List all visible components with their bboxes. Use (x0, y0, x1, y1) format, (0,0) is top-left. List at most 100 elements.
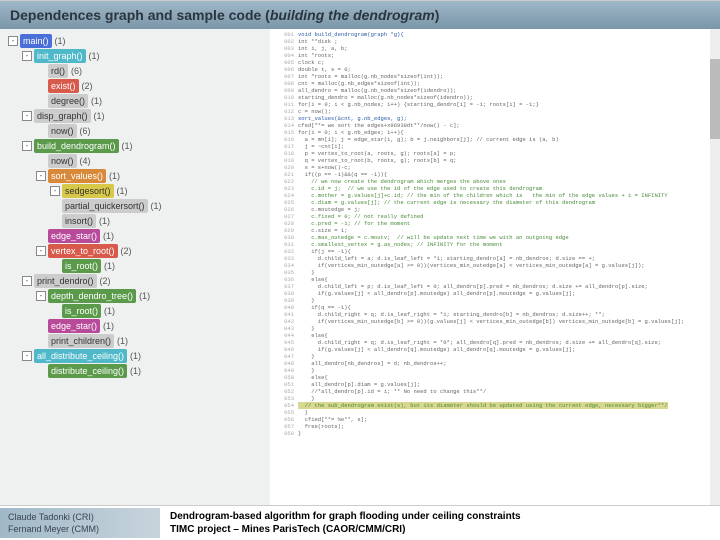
code-line: 005clock c; (272, 59, 718, 66)
tree-toggle-icon[interactable]: - (36, 246, 46, 256)
tree-toggle-icon[interactable]: - (36, 291, 46, 301)
line-number: 027 (272, 213, 294, 220)
code-text: all_dendro[nb_dendros] = d; nb_dendros++… (298, 360, 447, 367)
tree-node-count: (2) (121, 244, 132, 258)
tree-node[interactable]: is_root()(1) (4, 259, 270, 273)
line-number: 002 (272, 38, 294, 45)
tree-toggle-icon[interactable]: - (8, 36, 18, 46)
tree-toggle-icon[interactable]: - (50, 186, 60, 196)
line-number: 050 (272, 374, 294, 381)
code-text: c.moutedge = j; (298, 206, 361, 213)
scrollbar-vertical[interactable] (710, 29, 720, 505)
line-number: 053 (272, 395, 294, 402)
code-line: 051 all_dendro[p].diam = g.values[j]; (272, 381, 718, 388)
tree-node[interactable]: now()(4) (4, 154, 270, 168)
tree-node-label: print_children() (48, 334, 114, 348)
tree-node[interactable]: distribute_ceiling()(1) (4, 364, 270, 378)
code-text: } (298, 367, 315, 374)
tree-node-count: (1) (99, 214, 110, 228)
tree-node[interactable]: exist()(2) (4, 79, 270, 93)
line-number: 017 (272, 143, 294, 150)
code-text: p = vertex_to_root(a, roots, g); roots[a… (298, 150, 456, 157)
tree-node[interactable]: -print_dendro()(2) (4, 274, 270, 288)
code-line: 057 free(roots); (272, 423, 718, 430)
code-line: 016 a = mn[i]; j = edge_star(i, g); b = … (272, 136, 718, 143)
line-number: 042 (272, 318, 294, 325)
code-line: 006double t, s = 0; (272, 66, 718, 73)
line-number: 036 (272, 276, 294, 283)
line-number: 005 (272, 59, 294, 66)
line-number: 047 (272, 353, 294, 360)
tree-toggle-icon[interactable]: - (22, 51, 32, 61)
tree-node[interactable]: -build_dendrogram()(1) (4, 139, 270, 153)
code-text: } (298, 395, 315, 402)
tree-node-label: depth_dendro_tree() (48, 289, 136, 303)
tree-node-label: build_dendrogram() (34, 139, 119, 153)
code-text: else{ (298, 276, 328, 283)
tree-node[interactable]: -vertex_to_root()(2) (4, 244, 270, 258)
tree-node[interactable]: partial_quickersort()(1) (4, 199, 270, 213)
tree-node[interactable]: now()(6) (4, 124, 270, 138)
line-number: 023 (272, 185, 294, 192)
scrollbar-thumb[interactable] (710, 59, 720, 139)
code-line: 009all_dendro = malloc(g.nb_nodes*sizeof… (272, 87, 718, 94)
code-text: if(g.values[j] < all_dendro[q].moutedge)… (298, 346, 575, 353)
code-line: 056 cfied[**= %e**, s]; (272, 416, 718, 423)
code-line: 021 if((p == -1)&&(q == -1)){ (272, 171, 718, 178)
tree-node-label: main() (20, 34, 52, 48)
line-number: 040 (272, 304, 294, 311)
tree-node[interactable]: edge_star()(1) (4, 229, 270, 243)
code-text: // we now create the dendrogram which me… (298, 178, 506, 185)
code-line: 015for(i = 0; i < g.nb_edges; i++){ (272, 129, 718, 136)
tree-toggle-icon[interactable]: - (22, 111, 32, 121)
tree-toggle-icon[interactable]: - (36, 171, 46, 181)
code-text: } (298, 269, 315, 276)
code-text: } (298, 353, 315, 360)
tree-node-label: is_root() (62, 259, 101, 273)
footer-title-line1: Dendrogram-based algorithm for graph flo… (170, 510, 710, 523)
tree-toggle-icon[interactable]: - (22, 141, 32, 151)
code-line: 036 else{ (272, 276, 718, 283)
tree-node[interactable]: -main()(1) (4, 34, 270, 48)
code-line: 049 } (272, 367, 718, 374)
code-text: if(j == -1){ (298, 248, 351, 255)
line-number: 029 (272, 227, 294, 234)
tree-toggle-icon[interactable]: - (22, 351, 32, 361)
tree-node[interactable]: -sort_values()(1) (4, 169, 270, 183)
code-text: if(vertices_min_outedge[a] >= 0))(vertic… (298, 262, 645, 269)
code-text: if(g.values[j] < all_dendro[p].moutedge)… (298, 290, 575, 297)
tree-node[interactable]: print_children()(1) (4, 334, 270, 348)
line-number: 010 (272, 94, 294, 101)
tree-node[interactable]: insort()(1) (4, 214, 270, 228)
tree-node[interactable]: -sedgesort()(1) (4, 184, 270, 198)
tree-node-count: (1) (89, 49, 100, 63)
tree-node[interactable]: -disp_graph()(1) (4, 109, 270, 123)
line-number: 045 (272, 339, 294, 346)
line-number: 041 (272, 311, 294, 318)
code-line: 003int i, j, a, b; (272, 45, 718, 52)
tree-node[interactable]: is_root()(1) (4, 304, 270, 318)
code-text: c = now(); (298, 108, 331, 115)
code-line: 019 q = vertex_to_root(b, roots, g); roo… (272, 157, 718, 164)
code-text: void build_dendrogram(graph *g){ (298, 31, 404, 38)
code-line: 055 } (272, 409, 718, 416)
code-line: 048 all_dendro[nb_dendros] = d; nb_dendr… (272, 360, 718, 367)
line-number: 038 (272, 290, 294, 297)
code-text: all_dendro = malloc(g.nb_nodes*sizeof(id… (298, 87, 456, 94)
code-text: else{ (298, 374, 328, 381)
line-number: 046 (272, 346, 294, 353)
tree-node[interactable]: rd()(6) (4, 64, 270, 78)
code-line: 029 c.size = 1; (272, 227, 718, 234)
tree-node[interactable]: degree()(1) (4, 94, 270, 108)
tree-node[interactable]: edge_star()(1) (4, 319, 270, 333)
code-line: 017 j = ~cnt[i]; (272, 143, 718, 150)
code-text: //*all_dendro[p].id = i; ** No need to c… (298, 388, 486, 395)
tree-node[interactable]: -depth_dendro_tree()(1) (4, 289, 270, 303)
code-line: 039 } (272, 297, 718, 304)
line-number: 058 (272, 430, 294, 437)
tree-node-label: print_dendro() (34, 274, 97, 288)
code-text: a = mn[i]; j = edge_star(i, g); b = j.ne… (298, 136, 559, 143)
tree-node[interactable]: -init_graph()(1) (4, 49, 270, 63)
tree-node[interactable]: -all_distribute_ceiling()(1) (4, 349, 270, 363)
tree-toggle-icon[interactable]: - (22, 276, 32, 286)
